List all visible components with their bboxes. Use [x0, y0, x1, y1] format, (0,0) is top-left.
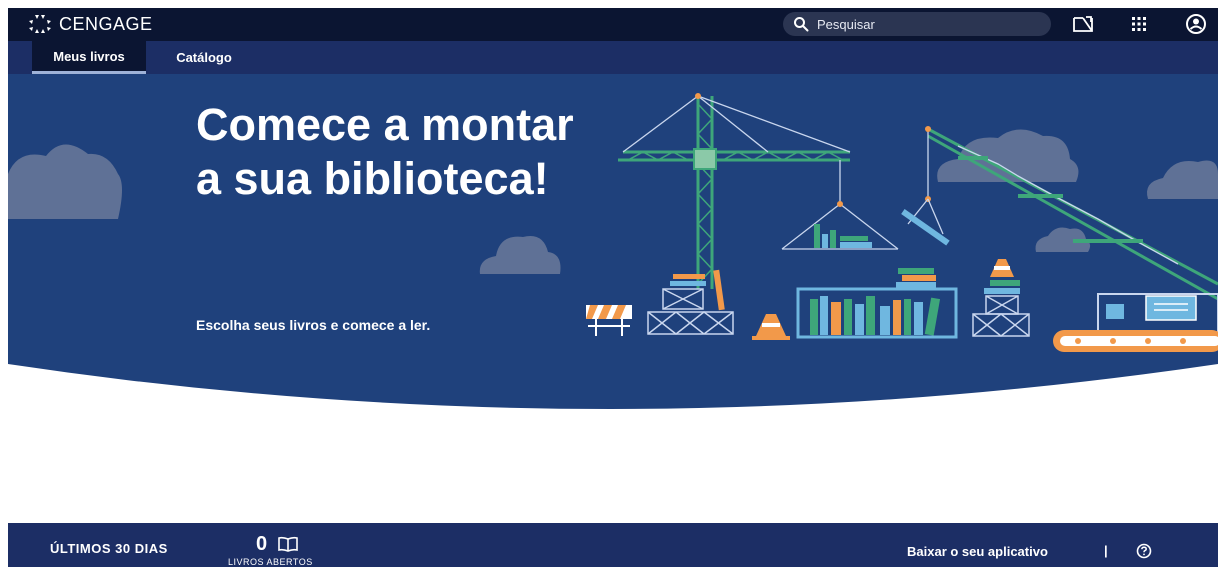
- books-opened-count: 0: [256, 533, 268, 555]
- hero-title: Comece a montar a sua biblioteca!: [196, 99, 574, 204]
- notes-button[interactable]: [1071, 12, 1095, 36]
- download-app-link[interactable]: Baixar o seu aplicativo: [907, 544, 1048, 559]
- cengage-logo[interactable]: CENGAGE: [26, 10, 153, 38]
- hero-banner: Comece a montar a sua biblioteca! Escolh…: [8, 74, 1218, 424]
- open-book-icon: [278, 536, 298, 552]
- stats-footer: ÚLTIMOS 30 DIAS 0 LIVROS ABERTOS Baixar …: [8, 523, 1218, 567]
- app-frame: CENGAGE Pesquisar Meus livros Catálogo C…: [8, 8, 1218, 567]
- top-bar: CENGAGE: [8, 8, 1218, 41]
- tab-meus-livros[interactable]: Meus livros: [32, 41, 146, 74]
- hero-subtitle: Escolha seus livros e comece a ler.: [196, 317, 431, 333]
- tab-catalogo[interactable]: Catálogo: [164, 41, 244, 74]
- account-button[interactable]: [1184, 12, 1208, 36]
- apps-grid-icon: [1132, 17, 1146, 31]
- search-input[interactable]: [815, 15, 1039, 33]
- tab-label: Catálogo: [176, 50, 232, 65]
- hero-illustration: [8, 74, 1218, 409]
- books-opened-label: LIVROS ABERTOS: [228, 557, 313, 567]
- hero-background: [8, 74, 1218, 409]
- help-icon[interactable]: [1136, 543, 1152, 559]
- account-icon: [1186, 14, 1206, 34]
- search-icon: [794, 17, 809, 32]
- period-label: ÚLTIMOS 30 DIAS: [50, 541, 168, 556]
- logo-text: CENGAGE: [59, 13, 153, 34]
- cengage-logo-icon: [29, 15, 51, 33]
- search-bar[interactable]: [783, 12, 1051, 36]
- apps-grid-button[interactable]: [1127, 12, 1151, 36]
- tab-label: Meus livros: [53, 48, 125, 64]
- nav-bar: Meus livros Catálogo: [8, 41, 1218, 74]
- footer-divider: |: [1104, 543, 1108, 558]
- notes-icon: [1073, 16, 1093, 32]
